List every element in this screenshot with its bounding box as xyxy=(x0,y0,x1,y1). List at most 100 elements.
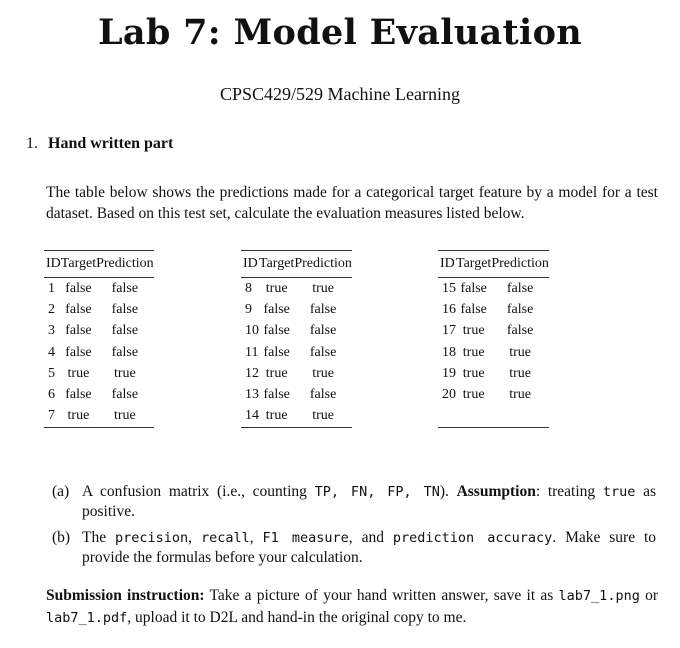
table-row: 18 true true xyxy=(438,342,549,363)
table-body-1: 1 false false 2 false false 3 false false 4 false f… xyxy=(44,278,154,429)
empty-cell xyxy=(491,405,549,429)
cell-id: 5 xyxy=(48,365,55,381)
table-row: 11 false false xyxy=(241,342,352,363)
code-span: F1 measure xyxy=(262,530,349,546)
section-title: Hand written part xyxy=(48,135,174,152)
cell-prediction: true xyxy=(509,387,531,403)
cell-id: 11 xyxy=(245,344,259,360)
table-row-empty xyxy=(438,405,549,429)
cell-target: false xyxy=(65,344,92,360)
header-target: Target xyxy=(60,256,97,271)
cell-prediction: false xyxy=(111,387,139,403)
cell-id: 13 xyxy=(245,387,259,403)
cell-prediction: false xyxy=(111,323,139,339)
cell-prediction: false xyxy=(309,344,337,360)
cell-target: false xyxy=(263,323,290,339)
cell-id: 9 xyxy=(245,301,252,317)
cell-target: false xyxy=(65,387,92,403)
table-row: 10 false false xyxy=(241,321,352,342)
table-row: 15 false false xyxy=(438,278,549,300)
section-heading: 1. Hand written part xyxy=(26,135,173,153)
code-span: TP, FN, FP, TN xyxy=(314,484,440,500)
cell-id: 14 xyxy=(241,405,259,429)
filename-span: lab7_1.pdf xyxy=(46,610,128,626)
cell-prediction: true xyxy=(312,365,334,381)
question-text: A confusion matrix (i.e., counting TP, F… xyxy=(82,482,656,522)
cell-id: 20 xyxy=(442,387,456,403)
table-header-row: ID Target Prediction xyxy=(438,250,549,278)
cell-id: 1 xyxy=(48,280,55,296)
cell-prediction: false xyxy=(506,301,534,317)
cell-id: 19 xyxy=(442,365,456,381)
cell-target: true xyxy=(462,387,485,403)
section-number: 1. xyxy=(26,135,38,152)
cell-prediction: false xyxy=(111,344,139,360)
submission-instruction: Submission instruction: Take a picture o… xyxy=(46,585,658,629)
table-row: 8 true true xyxy=(241,278,352,300)
code-span: precision xyxy=(115,530,189,546)
cell-id: 18 xyxy=(442,344,456,360)
cell-prediction: false xyxy=(309,387,337,403)
table-row: 14 true true xyxy=(241,405,352,429)
table-row: 9 false false xyxy=(241,299,352,320)
table-row: 4 false false xyxy=(44,342,154,363)
header-prediction: Prediction xyxy=(96,256,154,271)
cell-id: 4 xyxy=(48,344,55,360)
cell-target: true xyxy=(67,365,90,381)
cell-target: false xyxy=(65,301,92,317)
cell-id: 10 xyxy=(245,323,259,339)
cell-id: 17 xyxy=(442,323,456,339)
cell-target: false xyxy=(460,280,487,296)
table-row: 19 true true xyxy=(438,363,549,384)
table-block-1: ID Target Prediction 1 false false 2 false fa… xyxy=(44,250,154,429)
table-row: 7 true true xyxy=(44,405,154,429)
table-row: 13 false false xyxy=(241,384,352,405)
table-body-2: 8 true true 9 false false 10 false false 11 false f… xyxy=(241,278,352,429)
text-span: ). xyxy=(439,483,457,500)
code-span: recall xyxy=(200,530,250,546)
table-header-row: ID Target Prediction xyxy=(241,250,352,278)
question-b: (b) The precision, recall, F1 measure, a… xyxy=(52,528,656,568)
code-span: prediction accuracy xyxy=(392,530,553,546)
cell-id: 12 xyxy=(245,365,259,381)
cell-target: true xyxy=(462,323,485,339)
cell-id: 6 xyxy=(48,387,55,403)
text-span: Take a picture of your hand written answ… xyxy=(204,587,559,604)
empty-cell xyxy=(438,405,456,429)
table-block-2: ID Target Prediction 8 true true 9 false fals… xyxy=(241,250,352,429)
text-span: : treating xyxy=(535,483,603,500)
cell-target: false xyxy=(263,387,290,403)
cell-prediction: true xyxy=(509,365,531,381)
header-id: ID xyxy=(440,256,455,271)
table-header-row: ID Target Prediction xyxy=(44,250,154,278)
cell-target: false xyxy=(65,280,92,296)
cell-target: false xyxy=(65,323,92,339)
text-span: , xyxy=(188,529,201,546)
cell-prediction: false xyxy=(309,301,337,317)
text-span: The xyxy=(82,529,115,546)
question-label: (a) xyxy=(52,483,70,500)
cell-prediction: true xyxy=(509,344,531,360)
cell-target: true xyxy=(462,344,485,360)
cell-target: false xyxy=(460,301,487,317)
empty-cell xyxy=(456,405,492,429)
cell-prediction: false xyxy=(309,323,337,339)
bold-span: Submission instruction: xyxy=(46,587,205,604)
cell-prediction: true xyxy=(96,405,154,429)
header-target: Target xyxy=(456,256,492,271)
cell-target: true xyxy=(265,365,288,381)
text-span: , upload it to D2L and hand-in the origi… xyxy=(127,609,467,626)
table-row: 6 false false xyxy=(44,384,154,405)
header-target: Target xyxy=(259,256,295,271)
header-id: ID xyxy=(243,256,258,271)
table-row: 20 true true xyxy=(438,384,549,405)
table-body-3: 15 false false 16 false false 17 true false 18 tru… xyxy=(438,278,549,429)
question-text: The precision, recall, F1 measure, and p… xyxy=(82,528,656,568)
code-span: true xyxy=(602,484,636,500)
table-row: 16 false false xyxy=(438,299,549,320)
cell-prediction: true xyxy=(312,280,334,296)
table-row: 17 true false xyxy=(438,321,549,342)
table-row: 1 false false xyxy=(44,278,154,300)
cell-prediction: false xyxy=(111,301,139,317)
filename-span: lab7_1.png xyxy=(558,588,640,604)
